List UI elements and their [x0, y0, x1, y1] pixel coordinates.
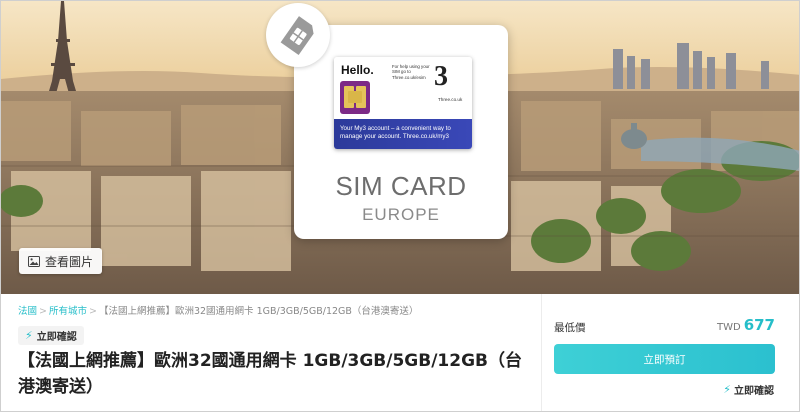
- sim-hello-text: Hello.: [341, 63, 374, 77]
- booking-panel: 最低價 TWD 677 立即預訂 ⚡ 立即確認: [541, 294, 799, 411]
- card-subtitle: EUROPE: [362, 205, 440, 224]
- sim-card-icon: [268, 5, 328, 65]
- lightning-bolt-icon: ⚡: [25, 329, 33, 342]
- sim-card-illustration: Hello. For help using your SIM go to Thr…: [334, 57, 472, 149]
- price-currency: TWD: [716, 322, 741, 333]
- sim-card-footer: Your My3 account – a convenient way to m…: [334, 119, 472, 149]
- sim-card-header: Hello. For help using your SIM go to Thr…: [334, 57, 472, 119]
- product-info-section: 法國 > 所有城市 > 【法國上網推薦】歐洲32國通用網卡 1GB/3GB/5GB/12…: [1, 294, 799, 411]
- lightning-bolt-icon: ⚡: [723, 383, 731, 396]
- instant-confirm-badge: ⚡ 立即確認: [18, 326, 84, 345]
- card-title: SIM CARD: [335, 171, 467, 201]
- lowest-price-label: 最低價: [554, 322, 586, 334]
- view-photos-label: 查看圖片: [45, 254, 94, 269]
- sim-help-note: For help using your SIM go to Three.co.u…: [392, 64, 430, 80]
- sim-chip-icon: [340, 81, 370, 114]
- price: TWD 677: [717, 315, 775, 334]
- booking-instant-confirm-label: 立即確認: [734, 386, 774, 397]
- breadcrumb-current: 【法國上網推薦】歐洲32國通用網卡 1GB/3GB/5GB/12GB（台港澳寄送…: [98, 306, 419, 317]
- instant-confirm-label: 立即確認: [36, 332, 77, 343]
- three-logo-icon: 3: [434, 61, 448, 92]
- sim-brand-url: Three.co.uk: [438, 97, 463, 102]
- breadcrumb-separator: >: [89, 306, 97, 317]
- breadcrumb-separator: >: [39, 306, 47, 317]
- view-photos-button[interactable]: 查看圖片: [19, 248, 103, 274]
- breadcrumb-link-all-cities[interactable]: 所有城市: [49, 306, 87, 317]
- image-icon: [28, 255, 40, 267]
- booking-instant-confirm: ⚡ 立即確認: [723, 382, 774, 397]
- product-page: Hello. For help using your SIM go to Thr…: [0, 0, 800, 412]
- breadcrumb: 法國 > 所有城市 > 【法國上網推薦】歐洲32國通用網卡 1GB/3GB/5GB/12…: [18, 303, 418, 317]
- price-value: 677: [743, 316, 775, 334]
- breadcrumb-link-france[interactable]: 法國: [18, 306, 37, 317]
- sim-category-badge: [266, 3, 330, 67]
- product-title: 【法國上網推薦】歐洲32國通用網卡 1GB/3GB/5GB/12GB（台港澳寄送…: [18, 351, 522, 397]
- book-now-button[interactable]: 立即預訂: [554, 344, 775, 374]
- hero-banner: Hello. For help using your SIM go to Thr…: [1, 1, 799, 294]
